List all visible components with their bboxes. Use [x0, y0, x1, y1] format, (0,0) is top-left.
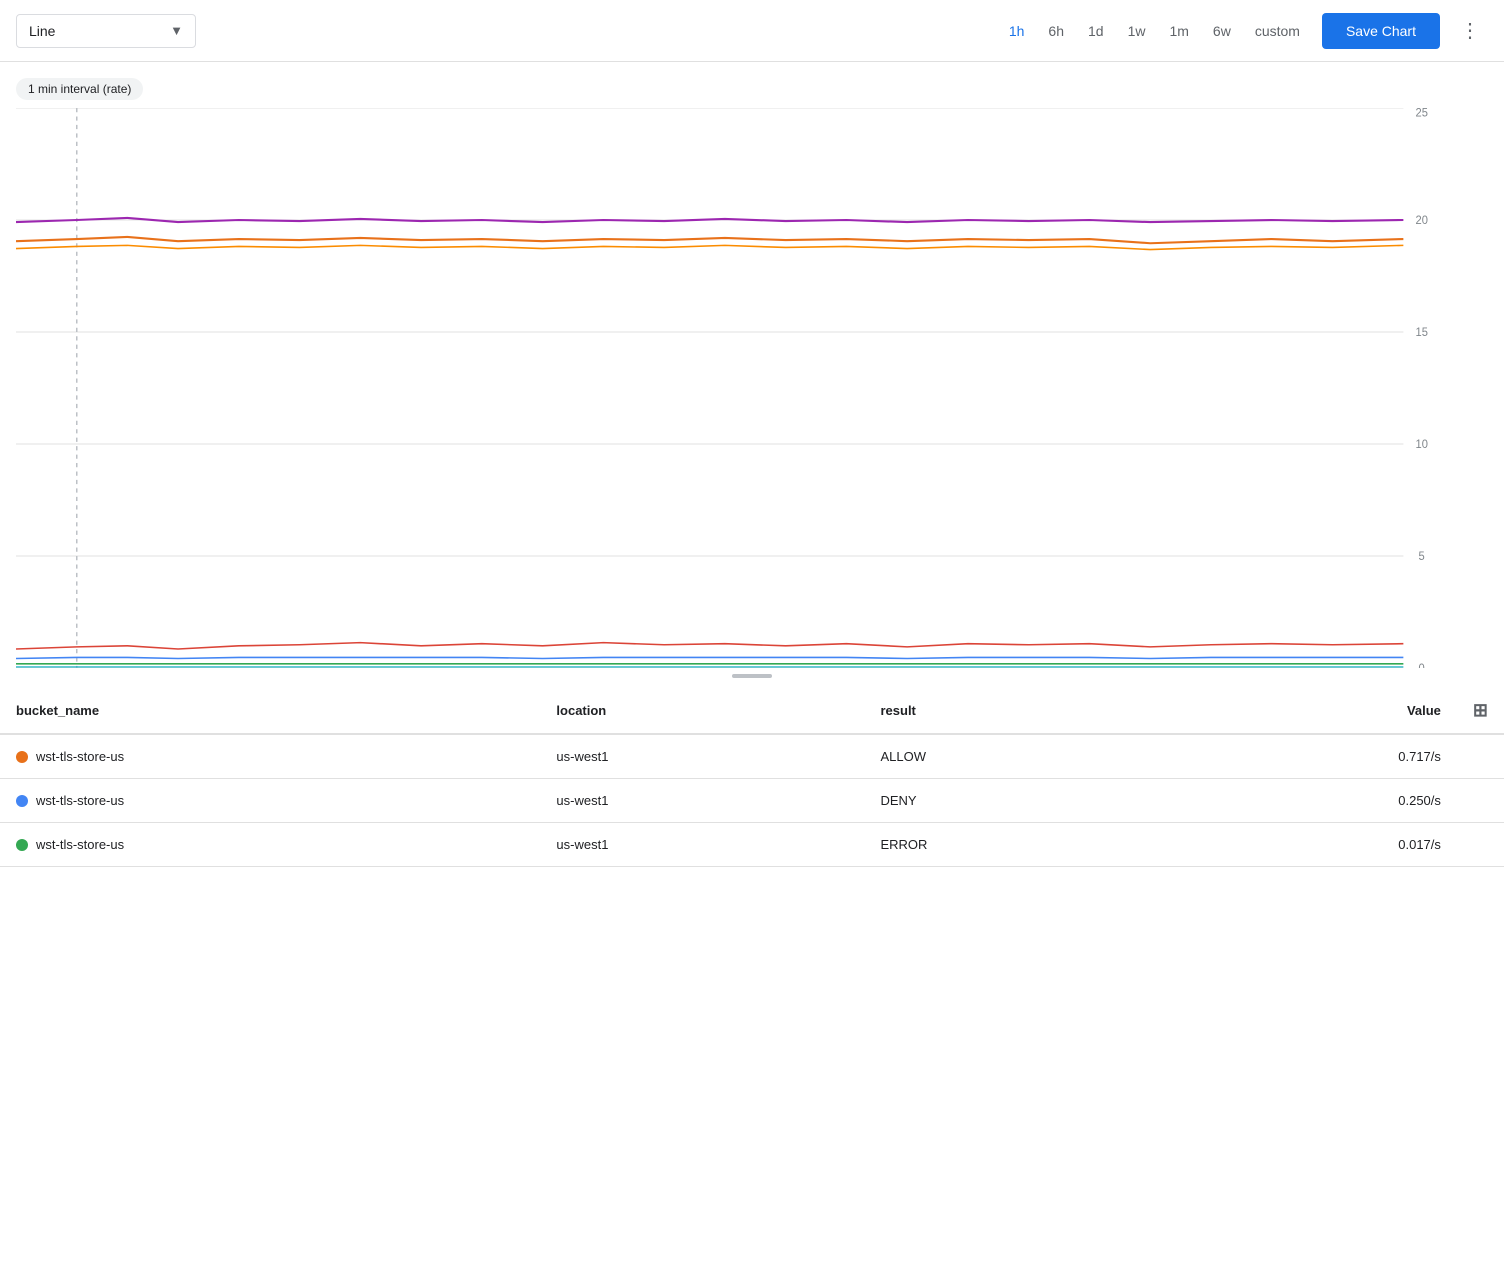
row-3-result: ERROR	[864, 823, 1168, 867]
time-controls: 1h 6h 1d 1w 1m 6w custom	[999, 17, 1310, 45]
toolbar: Line ▼ 1h 6h 1d 1w 1m 6w custom Save Cha…	[0, 0, 1504, 62]
drag-handle[interactable]	[0, 668, 1504, 680]
columns-toggle-icon: ⊞	[1473, 700, 1488, 720]
y-label-25: 25	[1416, 108, 1428, 120]
row-1-value: 0.717/s	[1169, 734, 1457, 779]
legend-section: bucket_name location result Value ⊞	[0, 688, 1504, 867]
legend-table: bucket_name location result Value ⊞	[0, 688, 1504, 867]
table-row: wst-tls-store-us us-west1 ALLOW 0.717/s	[0, 734, 1504, 779]
y-label-15: 15	[1416, 327, 1428, 339]
row-2-result: DENY	[864, 779, 1168, 823]
row-1-location: us-west1	[540, 734, 864, 779]
row-1-bucket-name: wst-tls-store-us	[36, 749, 124, 764]
row-3-empty	[1457, 823, 1504, 867]
chart-svg: 0 5 10 15 20 25 9:40 9:45 9:50 9:55 10 A…	[16, 108, 1454, 668]
orange-light-series-line	[16, 245, 1403, 249]
time-6h-button[interactable]: 6h	[1038, 17, 1074, 45]
y-label-5: 5	[1419, 551, 1425, 563]
col-header-location: location	[540, 688, 864, 734]
row-3-location: us-west1	[540, 823, 864, 867]
blue-series-line	[16, 657, 1403, 658]
row-2-bucket: wst-tls-store-us	[0, 779, 540, 823]
row-1-bucket: wst-tls-store-us	[0, 734, 540, 779]
chevron-down-icon: ▼	[170, 23, 183, 38]
chart-type-dropdown[interactable]: Line ▼	[16, 14, 196, 48]
row-3-color-dot	[16, 839, 28, 851]
y-label-10: 10	[1416, 439, 1428, 451]
time-1m-button[interactable]: 1m	[1159, 17, 1198, 45]
row-3-bucket: wst-tls-store-us	[0, 823, 540, 867]
time-6w-button[interactable]: 6w	[1203, 17, 1241, 45]
col-header-bucket-name: bucket_name	[0, 688, 540, 734]
time-1d-button[interactable]: 1d	[1078, 17, 1114, 45]
save-chart-button[interactable]: Save Chart	[1322, 13, 1440, 49]
chart-type-label: Line	[29, 23, 162, 39]
y-label-0: 0	[1419, 663, 1425, 668]
time-1h-button[interactable]: 1h	[999, 17, 1035, 45]
interval-badge: 1 min interval (rate)	[16, 78, 143, 100]
row-2-empty	[1457, 779, 1504, 823]
chart-container: 0 5 10 15 20 25 9:40 9:45 9:50 9:55 10 A…	[0, 108, 1504, 668]
row-3-bucket-name: wst-tls-store-us	[36, 837, 124, 852]
time-1w-button[interactable]: 1w	[1118, 17, 1156, 45]
more-options-button[interactable]: ⋮	[1452, 12, 1488, 49]
red-series-line	[16, 643, 1403, 649]
row-2-location: us-west1	[540, 779, 864, 823]
row-2-color-dot	[16, 795, 28, 807]
row-1-result: ALLOW	[864, 734, 1168, 779]
row-2-bucket-name: wst-tls-store-us	[36, 793, 124, 808]
time-custom-button[interactable]: custom	[1245, 17, 1310, 45]
col-header-columns-icon[interactable]: ⊞	[1457, 688, 1504, 734]
table-row: wst-tls-store-us us-west1 ERROR 0.017/s	[0, 823, 1504, 867]
orange-dark-series-line	[16, 237, 1403, 243]
row-2-value: 0.250/s	[1169, 779, 1457, 823]
row-3-value: 0.017/s	[1169, 823, 1457, 867]
row-1-color-dot	[16, 751, 28, 763]
table-row: wst-tls-store-us us-west1 DENY 0.250/s	[0, 779, 1504, 823]
col-header-value: Value	[1169, 688, 1457, 734]
col-header-result: result	[864, 688, 1168, 734]
y-label-20: 20	[1416, 215, 1428, 227]
drag-handle-bar	[732, 674, 772, 678]
chart-area: 1 min interval (rate) 0 5 10 15 20 25 9:…	[0, 62, 1504, 668]
row-1-empty	[1457, 734, 1504, 779]
